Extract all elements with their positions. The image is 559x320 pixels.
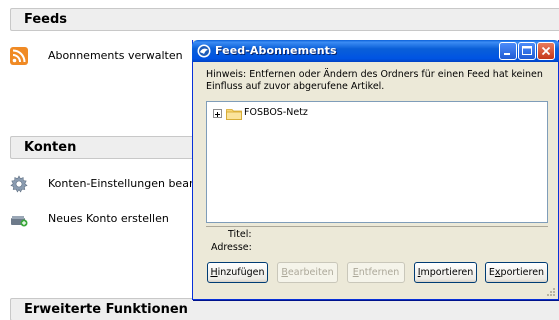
minimize-button[interactable] [499, 42, 517, 60]
title-label: Titel: [228, 229, 252, 240]
feed-info-panel: Titel: Adresse: [206, 226, 548, 256]
close-button[interactable] [537, 42, 555, 60]
import-label-rest: mportieren [420, 267, 474, 278]
advanced-section-header: Erweiterte Funktionen [10, 298, 559, 320]
expand-toggle[interactable] [213, 109, 222, 118]
remove-button[interactable]: Entfernen [347, 262, 405, 283]
rss-icon [10, 47, 28, 65]
new-account-label: Neues Konto erstellen [48, 212, 169, 225]
advanced-header-label: Erweiterte Funktionen [24, 302, 188, 317]
resize-grip-icon[interactable] [546, 287, 556, 297]
dialog-title: Feed-Abonnements [215, 44, 337, 57]
edit-label-rest: earbeiten [287, 267, 334, 278]
feed-subscriptions-dialog: Feed-Abonnements Hinweis: Entfernen oder… [192, 40, 559, 300]
konten-header-label: Konten [24, 140, 77, 155]
add-button[interactable]: Hinzufügen [207, 262, 268, 283]
maximize-button[interactable] [518, 42, 536, 60]
feed-tree[interactable]: FOSBOS-Netz [206, 101, 548, 223]
add-label-rest: inzufügen [217, 267, 265, 278]
edit-button[interactable]: Bearbeiten [277, 262, 338, 283]
folder-icon [226, 109, 242, 120]
export-button[interactable]: Exportieren [485, 262, 548, 283]
feeds-header-label: Feeds [24, 12, 68, 27]
gear-icon [10, 175, 28, 193]
tree-item-label: FOSBOS-Netz [244, 107, 308, 118]
export-label-rest: portieren [500, 267, 545, 278]
plus-icon [215, 112, 220, 117]
add-mnemonic: H [210, 267, 218, 278]
new-account-icon [11, 216, 28, 227]
close-icon [541, 46, 551, 56]
account-settings-label: Konten-Einstellungen bearb [48, 177, 201, 190]
manage-subscriptions-label: Abonnements verwalten [48, 49, 183, 62]
remove-label-rest: ntfernen [358, 267, 400, 278]
dialog-titlebar[interactable]: Feed-Abonnements [192, 40, 559, 62]
import-button[interactable]: Importieren [414, 262, 477, 283]
dialog-hint-text: Hinweis: Entfernen oder Ändern des Ordne… [206, 69, 543, 92]
address-label: Adresse: [211, 242, 252, 253]
maximize-icon [522, 46, 532, 55]
account-central-page: Feeds Abonnements verwalten Konten Konte… [0, 0, 559, 320]
thunderbird-icon [197, 44, 211, 58]
minimize-icon [504, 53, 510, 55]
feeds-section-header: Feeds [10, 8, 559, 31]
